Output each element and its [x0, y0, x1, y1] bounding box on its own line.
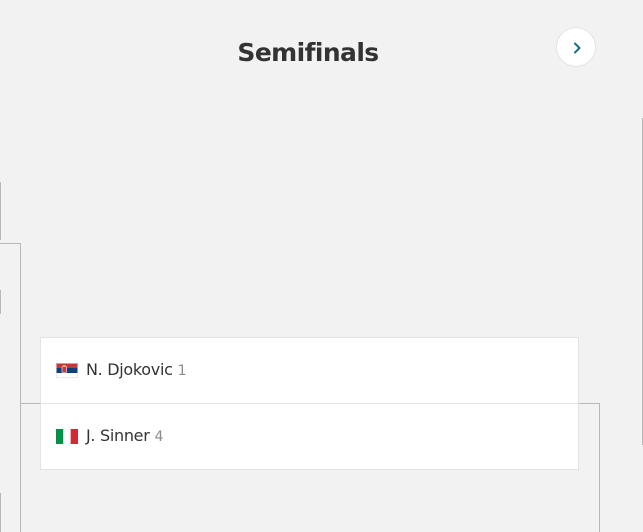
- bracket-line-left-vertical: [20, 243, 21, 532]
- player-name: J. Sinner 4: [86, 426, 163, 445]
- player-seed: 4: [154, 429, 164, 445]
- player-name-text: N. Djokovic: [86, 360, 173, 379]
- bracket-line-right-vertical: [599, 403, 600, 532]
- player-seed: 1: [177, 363, 187, 379]
- next-round-button[interactable]: [556, 27, 596, 67]
- bracket-line-left-stub: [0, 243, 21, 244]
- player-row[interactable]: J. Sinner 4: [41, 404, 578, 470]
- serbia-flag-icon: [56, 363, 78, 378]
- player-name: N. Djokovic 1: [86, 360, 187, 379]
- bracket-line-left-mid: [0, 290, 1, 314]
- semifinal-match-card[interactable]: N. Djokovic 1 J. Sinner 4: [40, 337, 579, 470]
- bracket-line-left-top: [0, 182, 1, 240]
- chevron-right-icon: [574, 42, 581, 54]
- italy-flag-icon: [56, 429, 78, 444]
- round-title: Semifinals: [237, 38, 379, 67]
- player-name-text: J. Sinner: [86, 426, 150, 445]
- player-row[interactable]: N. Djokovic 1: [41, 338, 578, 404]
- bracket-line-left-bottom: [0, 493, 1, 532]
